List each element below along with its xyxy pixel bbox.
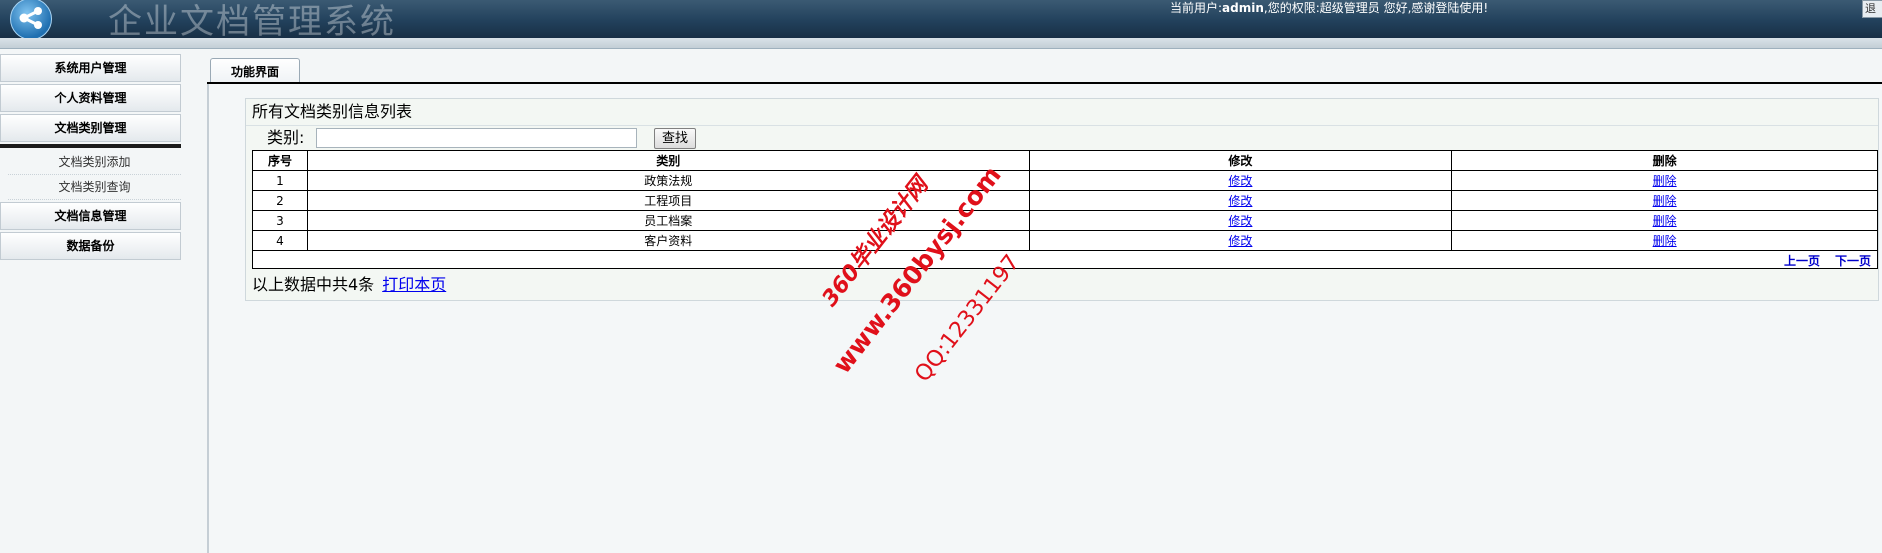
category-filter-label: 类别: xyxy=(267,128,305,147)
sidebar-item-user-management[interactable]: 系统用户管理 xyxy=(0,54,181,82)
pagination-bar: 上一页 下一页 xyxy=(252,251,1878,269)
submenu-item-category-add[interactable]: 文档类别添加 xyxy=(8,150,181,175)
cell-no: 2 xyxy=(252,190,308,211)
active-menu-indicator xyxy=(0,144,181,148)
record-summary: 以上数据中共4条 打印本页 xyxy=(252,275,446,295)
edit-link[interactable]: 修改 xyxy=(1228,174,1252,188)
sidebar-item-doc-category[interactable]: 文档类别管理 xyxy=(0,114,181,142)
cell-delete: 删除 xyxy=(1451,170,1878,191)
delete-link[interactable]: 删除 xyxy=(1653,214,1677,228)
prev-page-link[interactable]: 上一页 xyxy=(1784,252,1820,269)
category-filter-input[interactable] xyxy=(316,128,637,148)
sidebar: 系统用户管理 个人资料管理 文档类别管理 文档类别添加 文档类别查询 文档信息管… xyxy=(0,54,182,553)
header-divider xyxy=(0,38,1882,49)
sidebar-item-doc-info[interactable]: 文档信息管理 xyxy=(0,202,181,230)
table-row: 1 政策法规 修改 删除 xyxy=(252,170,1878,191)
search-button[interactable]: 查找 xyxy=(654,128,696,149)
sidebar-item-backup[interactable]: 数据备份 xyxy=(0,232,181,260)
cell-delete: 删除 xyxy=(1451,210,1878,231)
table-header-row: 序号 类别 修改 删除 xyxy=(252,150,1878,171)
delete-link[interactable]: 删除 xyxy=(1653,174,1677,188)
app-logo xyxy=(10,0,52,38)
app-title: 企业文档管理系统 xyxy=(108,2,396,38)
cell-delete: 删除 xyxy=(1451,230,1878,251)
cell-category: 工程项目 xyxy=(306,190,1030,211)
cell-no: 1 xyxy=(252,170,308,191)
panel-title-divider xyxy=(246,125,1878,126)
tab-function-view[interactable]: 功能界面 xyxy=(210,58,300,84)
print-page-link[interactable]: 打印本页 xyxy=(382,275,446,294)
user-suffix: ,您的权限:超级管理员 您好,感谢登陆使用! xyxy=(1263,1,1489,15)
table-row: 2 工程项目 修改 删除 xyxy=(252,190,1878,211)
cell-edit: 修改 xyxy=(1028,230,1453,251)
cell-delete: 删除 xyxy=(1451,190,1878,211)
next-page-link[interactable]: 下一页 xyxy=(1835,252,1871,269)
cell-no: 4 xyxy=(252,230,308,251)
edit-link[interactable]: 修改 xyxy=(1228,234,1252,248)
cell-category: 员工档案 xyxy=(306,210,1030,231)
cell-edit: 修改 xyxy=(1028,170,1453,191)
cell-category: 政策法规 xyxy=(306,170,1030,191)
user-prefix: 当前用户: xyxy=(1170,1,1223,15)
cell-edit: 修改 xyxy=(1028,210,1453,231)
category-table: 序号 类别 修改 删除 1 政策法规 修改 删除 2 工程项目 修改 删除 3 … xyxy=(252,150,1878,251)
delete-link[interactable]: 删除 xyxy=(1653,194,1677,208)
col-header-delete: 删除 xyxy=(1451,150,1878,171)
col-header-category: 类别 xyxy=(306,150,1030,171)
record-count-text: 以上数据中共4条 xyxy=(252,275,375,294)
edit-link[interactable]: 修改 xyxy=(1228,194,1252,208)
current-user-info: 当前用户:admin,您的权限:超级管理员 您好,感谢登陆使用! xyxy=(1170,0,1488,16)
table-row: 4 客户资料 修改 删除 xyxy=(252,230,1878,251)
cell-category: 客户资料 xyxy=(306,230,1030,251)
top-header: 企业文档管理系统 当前用户:admin,您的权限:超级管理员 您好,感谢登陆使用… xyxy=(0,0,1882,38)
cell-edit: 修改 xyxy=(1028,190,1453,211)
edit-link[interactable]: 修改 xyxy=(1228,214,1252,228)
delete-link[interactable]: 删除 xyxy=(1653,234,1677,248)
username: admin xyxy=(1222,1,1264,15)
table-row: 3 员工档案 修改 删除 xyxy=(252,210,1878,231)
share-nodes-icon xyxy=(19,7,42,29)
cell-no: 3 xyxy=(252,210,308,231)
col-header-no: 序号 xyxy=(252,150,308,171)
sidebar-item-profile[interactable]: 个人资料管理 xyxy=(0,84,181,112)
col-header-edit: 修改 xyxy=(1028,150,1453,171)
logout-button[interactable]: 退出 xyxy=(1862,0,1882,18)
submenu-item-category-query[interactable]: 文档类别查询 xyxy=(8,175,181,200)
panel-title: 所有文档类别信息列表 xyxy=(252,102,413,121)
